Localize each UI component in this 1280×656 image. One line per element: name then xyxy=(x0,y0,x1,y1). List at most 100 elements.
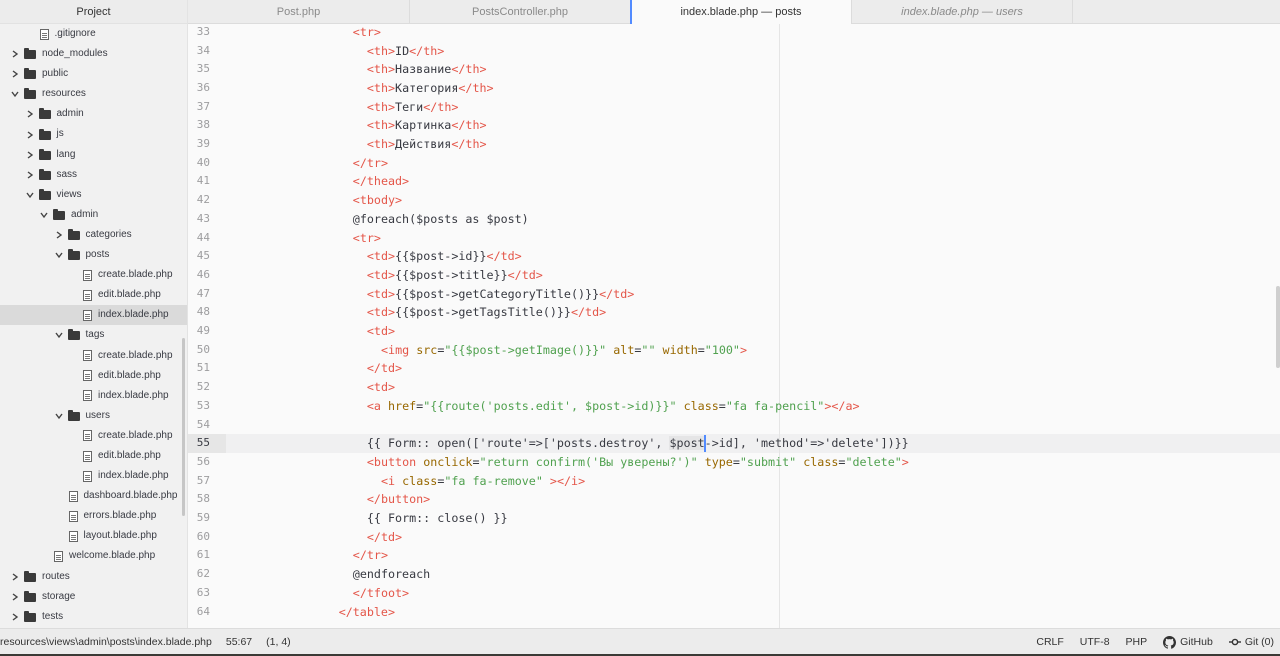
code-line[interactable]: </tr> xyxy=(353,154,388,173)
chevron-right-icon[interactable] xyxy=(10,50,20,58)
editor-scrollbar[interactable] xyxy=(1276,286,1280,368)
code-line[interactable]: </td> xyxy=(367,528,402,547)
chevron-down-icon[interactable] xyxy=(25,191,35,199)
code-line[interactable]: <td>{{$post->getCategoryTitle()}}</td> xyxy=(367,285,634,304)
tree-folder[interactable]: users xyxy=(0,406,187,426)
code-line[interactable]: </table> xyxy=(339,603,395,622)
chevron-down-icon[interactable] xyxy=(54,251,64,259)
code-line[interactable]: </thead> xyxy=(353,172,409,191)
tree-folder[interactable]: js xyxy=(0,124,187,144)
status-line-ending[interactable]: CRLF xyxy=(1036,629,1063,655)
code-line[interactable]: {{ Form:: close() }} xyxy=(367,509,508,528)
chevron-right-icon[interactable] xyxy=(10,573,20,581)
tree-file[interactable]: dashboard.blade.php xyxy=(0,486,187,506)
chevron-down-icon[interactable] xyxy=(54,412,64,420)
chevron-right-icon[interactable] xyxy=(25,130,35,139)
tree-file[interactable]: .gitignore xyxy=(0,24,187,44)
status-github[interactable]: GitHub xyxy=(1163,629,1213,655)
code-token: <td> xyxy=(366,305,396,320)
code-line[interactable]: <th>Теги</th> xyxy=(367,98,459,117)
code-line[interactable]: <button onclick="return confirm('Вы увер… xyxy=(367,453,909,472)
code-line[interactable]: <th>Картинка</th> xyxy=(367,116,487,135)
chevron-right-icon[interactable] xyxy=(54,231,64,239)
chevron-right-icon[interactable] xyxy=(10,593,20,601)
tree-folder[interactable]: storage xyxy=(0,587,187,607)
code-line[interactable]: <tr> xyxy=(353,24,381,42)
chevron-right-icon[interactable] xyxy=(25,151,35,159)
editor-tab[interactable]: index.blade.php — users xyxy=(852,0,1073,24)
folder-icon xyxy=(67,329,80,341)
chevron-right-icon[interactable] xyxy=(25,110,35,118)
editor-tab[interactable]: Post.php xyxy=(188,0,410,24)
code-line[interactable]: <td> xyxy=(367,378,395,397)
status-grammar[interactable]: PHP xyxy=(1126,629,1148,655)
tree-folder[interactable]: resources xyxy=(0,84,187,104)
tree-scrollbar[interactable] xyxy=(182,338,185,516)
code-editor[interactable]: 33 34 35 36 37 38 39 40 41 42 43 44 45 46 47 48 49 50 51 52… xyxy=(188,24,1280,628)
code-line[interactable]: <td>{{$post->id}}</td> xyxy=(367,247,522,266)
tree-folder[interactable]: routes xyxy=(0,567,187,587)
code-line[interactable]: <th>Категория</th> xyxy=(367,79,494,98)
tree-file[interactable]: create.blade.php xyxy=(0,426,187,446)
code-line[interactable]: <tbody> xyxy=(353,191,402,210)
tree-file[interactable]: errors.blade.php xyxy=(0,506,187,526)
tree-item-label: resources xyxy=(42,88,86,100)
code-line[interactable]: <a href = "{{route('posts.edit', $post->id… xyxy=(367,397,860,416)
tree-file[interactable]: index.blade.php xyxy=(0,305,187,326)
code-line[interactable]: <td>{{$post->title}}</td> xyxy=(367,266,543,285)
tree-folder[interactable]: public xyxy=(0,64,187,84)
code-line[interactable]: <th>Название</th> xyxy=(367,60,487,79)
tree-file[interactable]: create.blade.php xyxy=(0,265,187,285)
chevron-down-icon[interactable] xyxy=(54,331,64,339)
code-line[interactable]: </button> xyxy=(367,490,430,509)
code-line[interactable]: <th>Действия</th> xyxy=(367,135,487,154)
code-line[interactable]: @foreach($posts as $post) xyxy=(353,210,529,229)
tree-folder[interactable]: categories xyxy=(0,225,187,245)
status-file-path[interactable]: resources\views\admin\posts\index.blade.… xyxy=(0,629,212,655)
tree-folder[interactable]: node_modules xyxy=(0,44,187,64)
code-line[interactable]: </tr> xyxy=(353,546,388,565)
tree-folder[interactable]: sass xyxy=(0,165,187,185)
tree-file[interactable]: create.blade.php xyxy=(0,346,187,366)
code-token: Действия xyxy=(395,137,452,151)
chevron-right-icon[interactable] xyxy=(25,171,35,179)
code-line[interactable]: {{ Form:: open(['route'=>['posts.destroy… xyxy=(367,434,909,453)
chevron-right-icon[interactable] xyxy=(10,70,20,78)
tree-folder[interactable]: posts xyxy=(0,245,187,265)
tree-folder[interactable]: admin xyxy=(0,205,187,225)
tree-file[interactable]: layout.blade.php xyxy=(0,526,187,546)
line-number: 59 xyxy=(196,511,210,524)
tree-file[interactable]: edit.blade.php xyxy=(0,446,187,466)
tree-folder[interactable]: admin xyxy=(0,104,187,124)
tree-file[interactable]: edit.blade.php xyxy=(0,366,187,386)
code-line[interactable]: <th>ID</th> xyxy=(367,42,444,61)
code-line[interactable]: <i class="fa fa-remove" ></i> xyxy=(381,472,585,491)
code-line[interactable]: <tr> xyxy=(353,229,381,248)
code-line[interactable]: <td>{{$post->getTagsTitle()}}</td> xyxy=(367,303,606,322)
editor-tab[interactable]: PostsController.php xyxy=(410,0,631,24)
chevron-down-icon[interactable] xyxy=(10,90,20,98)
code-line[interactable]: <img src="{{$post->getImage()}}" alt="" … xyxy=(381,341,747,360)
tree-file[interactable]: welcome.blade.php xyxy=(0,546,187,566)
status-git[interactable]: Git (0) xyxy=(1228,629,1274,655)
line-number: 42 xyxy=(196,193,210,207)
code-line[interactable]: @endforeach xyxy=(353,565,430,584)
chevron-right-icon[interactable] xyxy=(10,613,20,621)
tree-file[interactable]: index.blade.php xyxy=(0,386,187,406)
chevron-down-icon[interactable] xyxy=(39,211,49,219)
tree-file[interactable]: index.blade.php xyxy=(0,466,187,486)
tree-file[interactable]: edit.blade.php xyxy=(0,285,187,305)
tree-folder[interactable]: lang xyxy=(0,145,187,165)
code-line[interactable]: </td> xyxy=(367,359,402,378)
code-line[interactable]: </tfoot> xyxy=(353,584,409,603)
editor-tab-label: index.blade.php — users xyxy=(901,6,1023,18)
code-line[interactable]: <td> xyxy=(367,322,395,341)
tree-item-label: users xyxy=(85,409,110,421)
tree-folder[interactable]: views xyxy=(0,185,187,205)
tree-folder[interactable]: tags xyxy=(0,325,187,345)
status-encoding[interactable]: UTF-8 xyxy=(1080,629,1110,655)
status-selection-count[interactable]: (1, 4) xyxy=(266,629,291,655)
editor-tab[interactable]: index.blade.php — posts xyxy=(630,0,852,25)
tree-folder[interactable]: tests xyxy=(0,607,187,627)
status-cursor-position[interactable]: 55:67 xyxy=(226,629,252,655)
